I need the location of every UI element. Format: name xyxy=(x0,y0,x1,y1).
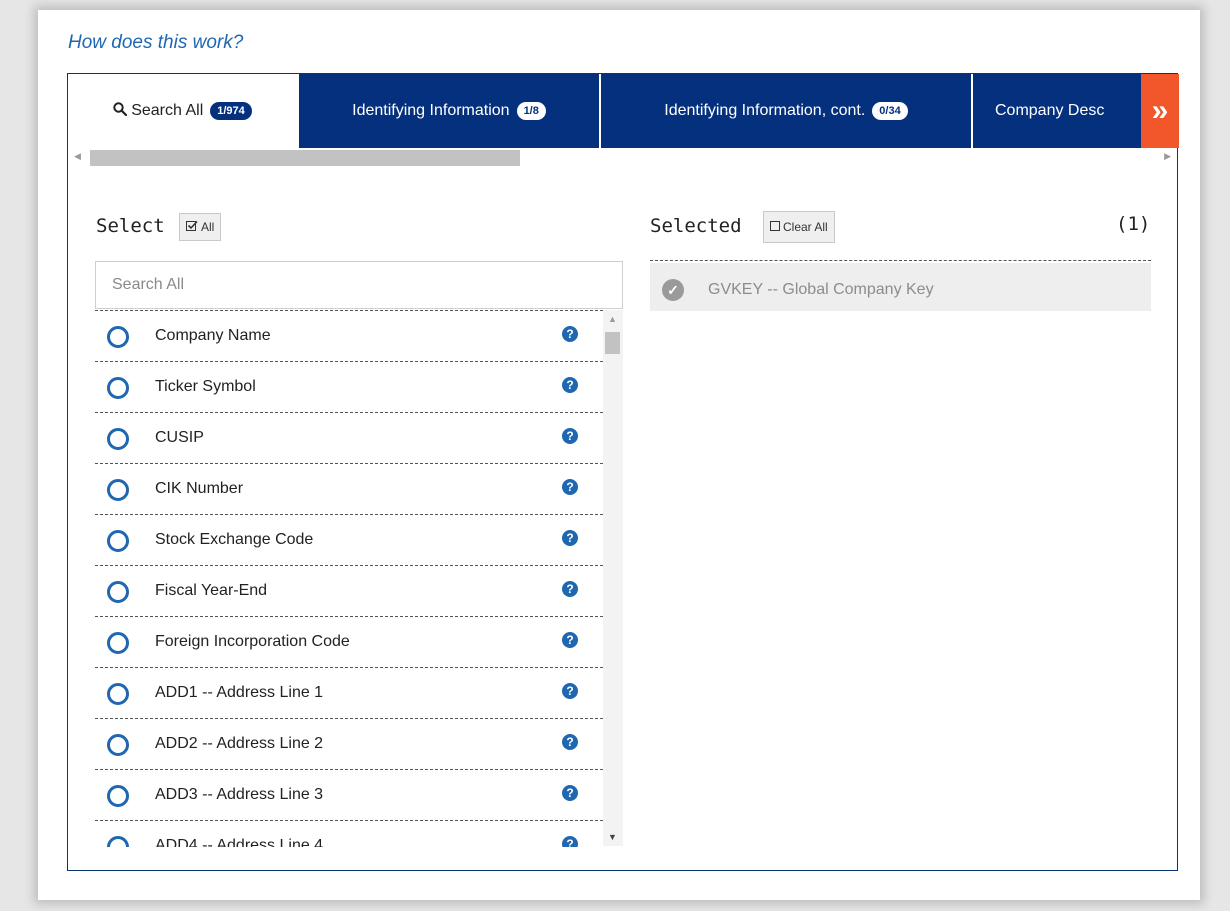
list-item[interactable]: Company Name? xyxy=(95,311,603,362)
scroll-left-arrow-icon[interactable]: ◀ xyxy=(74,151,81,162)
scrollbar-thumb[interactable] xyxy=(90,150,520,166)
help-icon[interactable]: ? xyxy=(562,326,578,342)
list-item[interactable]: CUSIP? xyxy=(95,413,603,464)
checkbox-empty-icon xyxy=(770,220,780,234)
select-heading: Select xyxy=(96,215,165,237)
list-item[interactable]: Ticker Symbol? xyxy=(95,362,603,413)
radio-unselected-icon[interactable] xyxy=(107,836,129,847)
tab-identifying-information-cont[interactable]: Identifying Information, cont. 0/34 xyxy=(601,74,973,148)
radio-unselected-icon[interactable] xyxy=(107,326,129,348)
help-icon[interactable]: ? xyxy=(562,581,578,597)
help-icon[interactable]: ? xyxy=(562,428,578,444)
list-item[interactable]: Fiscal Year-End? xyxy=(95,566,603,617)
list-item[interactable]: ADD3 -- Address Line 3? xyxy=(95,770,603,821)
list-item-label: CIK Number xyxy=(155,480,244,497)
list-item-label: CUSIP xyxy=(155,429,204,446)
tab-label: Company Desc xyxy=(995,102,1105,119)
radio-unselected-icon[interactable] xyxy=(107,683,129,705)
how-does-this-work-link[interactable]: How does this work? xyxy=(68,32,243,54)
help-icon[interactable]: ? xyxy=(562,683,578,699)
scroll-up-arrow-icon[interactable]: ▲ xyxy=(608,314,617,324)
list-item-label: Stock Exchange Code xyxy=(155,531,314,548)
help-icon[interactable]: ? xyxy=(562,785,578,801)
list-item-label: Ticker Symbol xyxy=(155,378,256,395)
list-item-label: ADD4 -- Address Line 4 xyxy=(155,837,324,847)
scroll-down-arrow-icon[interactable]: ▼ xyxy=(608,832,617,842)
tab-horizontal-scrollbar[interactable]: ◀ ▶ xyxy=(68,148,1177,168)
next-tabs-button[interactable]: » xyxy=(1141,74,1179,148)
double-chevron-right-icon: » xyxy=(1151,94,1169,127)
select-all-button[interactable]: All xyxy=(179,213,222,241)
list-item-label: Fiscal Year-End xyxy=(155,582,268,599)
tab-label: Identifying Information xyxy=(352,102,510,119)
tab-label: Search All xyxy=(131,102,204,119)
tab-bar: Search All 1/974 Identifying Information… xyxy=(68,74,1179,148)
list-item-label: Foreign Incorporation Code xyxy=(155,633,350,650)
list-item-label: ADD3 -- Address Line 3 xyxy=(155,786,324,803)
selected-count: (1) xyxy=(1116,213,1151,235)
list-item[interactable]: ADD1 -- Address Line 1? xyxy=(95,668,603,719)
help-icon[interactable]: ? xyxy=(562,632,578,648)
list-item[interactable]: Stock Exchange Code? xyxy=(95,515,603,566)
selected-heading: Selected xyxy=(650,215,742,237)
scrollbar-thumb[interactable] xyxy=(605,332,620,354)
list-vertical-scrollbar[interactable]: ▲ ▼ xyxy=(603,310,623,846)
available-variables-list: Company Name? Ticker Symbol? CUSIP? CIK … xyxy=(95,310,603,847)
list-item[interactable]: ADD2 -- Address Line 2? xyxy=(95,719,603,770)
tab-badge: 0/34 xyxy=(872,102,908,120)
tab-badge: 1/8 xyxy=(516,102,546,120)
radio-unselected-icon[interactable] xyxy=(107,581,129,603)
list-item-label: ADD1 -- Address Line 1 xyxy=(155,684,324,701)
clear-all-button[interactable]: Clear All xyxy=(763,211,835,243)
tab-search-all[interactable]: Search All 1/974 xyxy=(68,74,299,148)
selected-item[interactable]: ✓ GVKEY -- Global Company Key xyxy=(650,263,1151,311)
list-item-label: ADD2 -- Address Line 2 xyxy=(155,735,324,752)
radio-unselected-icon[interactable] xyxy=(107,530,129,552)
tab-identifying-information[interactable]: Identifying Information 1/8 xyxy=(299,74,601,148)
radio-unselected-icon[interactable] xyxy=(107,428,129,450)
select-all-label: All xyxy=(201,220,215,234)
radio-unselected-icon[interactable] xyxy=(107,479,129,501)
list-item-label: Company Name xyxy=(155,327,271,344)
search-all-input[interactable] xyxy=(95,261,623,309)
radio-unselected-icon[interactable] xyxy=(107,632,129,654)
tab-badge: 1/974 xyxy=(210,102,252,120)
help-icon[interactable]: ? xyxy=(562,377,578,393)
list-item[interactable]: Foreign Incorporation Code? xyxy=(95,617,603,668)
search-icon xyxy=(113,101,128,121)
list-item[interactable]: ADD4 -- Address Line 4? xyxy=(95,821,603,847)
help-icon[interactable]: ? xyxy=(562,530,578,546)
checkbox-checked-icon xyxy=(186,220,198,234)
help-icon[interactable]: ? xyxy=(562,734,578,750)
scroll-right-arrow-icon[interactable]: ▶ xyxy=(1164,151,1171,162)
selected-item-label: GVKEY -- Global Company Key xyxy=(708,281,934,298)
radio-unselected-icon[interactable] xyxy=(107,785,129,807)
radio-unselected-icon[interactable] xyxy=(107,734,129,756)
list-item[interactable]: CIK Number? xyxy=(95,464,603,515)
tab-label: Identifying Information, cont. xyxy=(664,102,866,119)
help-icon[interactable]: ? xyxy=(562,836,578,847)
help-icon[interactable]: ? xyxy=(562,479,578,495)
check-circle-icon[interactable]: ✓ xyxy=(662,279,684,301)
divider xyxy=(650,260,1151,261)
clear-all-label: Clear All xyxy=(783,220,828,234)
radio-unselected-icon[interactable] xyxy=(107,377,129,399)
